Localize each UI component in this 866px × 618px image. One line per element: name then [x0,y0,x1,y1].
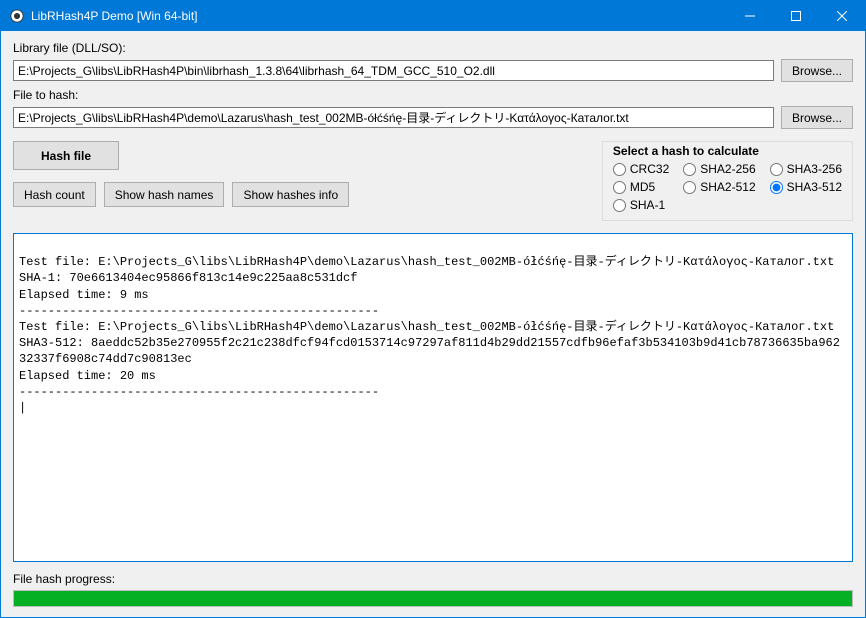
radio-sha2-256[interactable]: SHA2-256 [683,162,755,176]
radio-sha3-256-input[interactable] [770,163,783,176]
app-icon [9,8,25,24]
radio-sha3-256-label: SHA3-256 [787,162,842,176]
hash-radio-grid: CRC32 SHA2-256 SHA3-256 MD5 SHA2-512 SHA… [613,162,842,212]
content-area: Library file (DLL/SO): Browse... File to… [1,31,865,617]
library-file-label: Library file (DLL/SO): [13,41,853,55]
radio-sha1-label: SHA-1 [630,198,665,212]
hash-count-button[interactable]: Hash count [13,182,96,207]
hash-file-button[interactable]: Hash file [13,141,119,170]
hash-group-title: Select a hash to calculate [613,144,759,158]
maximize-button[interactable] [773,1,819,31]
left-buttons: Hash file Hash count Show hash names Sho… [13,141,349,207]
library-file-input[interactable] [13,60,774,81]
radio-md5-input[interactable] [613,181,626,194]
browse-file-button[interactable]: Browse... [781,106,853,129]
info-buttons: Hash count Show hash names Show hashes i… [13,182,349,207]
radio-sha3-512-label: SHA3-512 [787,180,842,194]
radio-crc32[interactable]: CRC32 [613,162,669,176]
toolbar-row: Hash file Hash count Show hash names Sho… [13,141,853,221]
radio-sha3-256[interactable]: SHA3-256 [770,162,842,176]
radio-sha2-256-input[interactable] [683,163,696,176]
output-textarea[interactable]: Test file: E:\Projects_G\libs\LibRHash4P… [13,233,853,562]
minimize-button[interactable] [727,1,773,31]
radio-crc32-input[interactable] [613,163,626,176]
file-to-hash-label: File to hash: [13,88,853,102]
close-button[interactable] [819,1,865,31]
library-file-row: Browse... [13,59,853,82]
show-hashes-info-button[interactable]: Show hashes info [232,182,349,207]
radio-sha1-input[interactable] [613,199,626,212]
radio-crc32-label: CRC32 [630,162,669,176]
radio-sha2-512-label: SHA2-512 [700,180,755,194]
radio-md5[interactable]: MD5 [613,180,669,194]
radio-sha3-512[interactable]: SHA3-512 [770,180,842,194]
show-hash-names-button[interactable]: Show hash names [104,182,225,207]
app-window: LibRHash4P Demo [Win 64-bit] Library fil… [0,0,866,618]
titlebar: LibRHash4P Demo [Win 64-bit] [1,1,865,31]
window-title: LibRHash4P Demo [Win 64-bit] [31,9,727,23]
radio-sha3-512-input[interactable] [770,181,783,194]
radio-sha1[interactable]: SHA-1 [613,198,669,212]
progress-label: File hash progress: [13,572,853,586]
browse-library-button[interactable]: Browse... [781,59,853,82]
progress-bar [13,590,853,607]
radio-sha2-512-input[interactable] [683,181,696,194]
hash-select-group: Select a hash to calculate CRC32 SHA2-25… [602,141,853,221]
radio-md5-label: MD5 [630,180,655,194]
radio-sha2-512[interactable]: SHA2-512 [683,180,755,194]
file-to-hash-input[interactable] [13,107,774,128]
file-to-hash-row: Browse... [13,106,853,129]
window-controls [727,1,865,31]
radio-sha2-256-label: SHA2-256 [700,162,755,176]
